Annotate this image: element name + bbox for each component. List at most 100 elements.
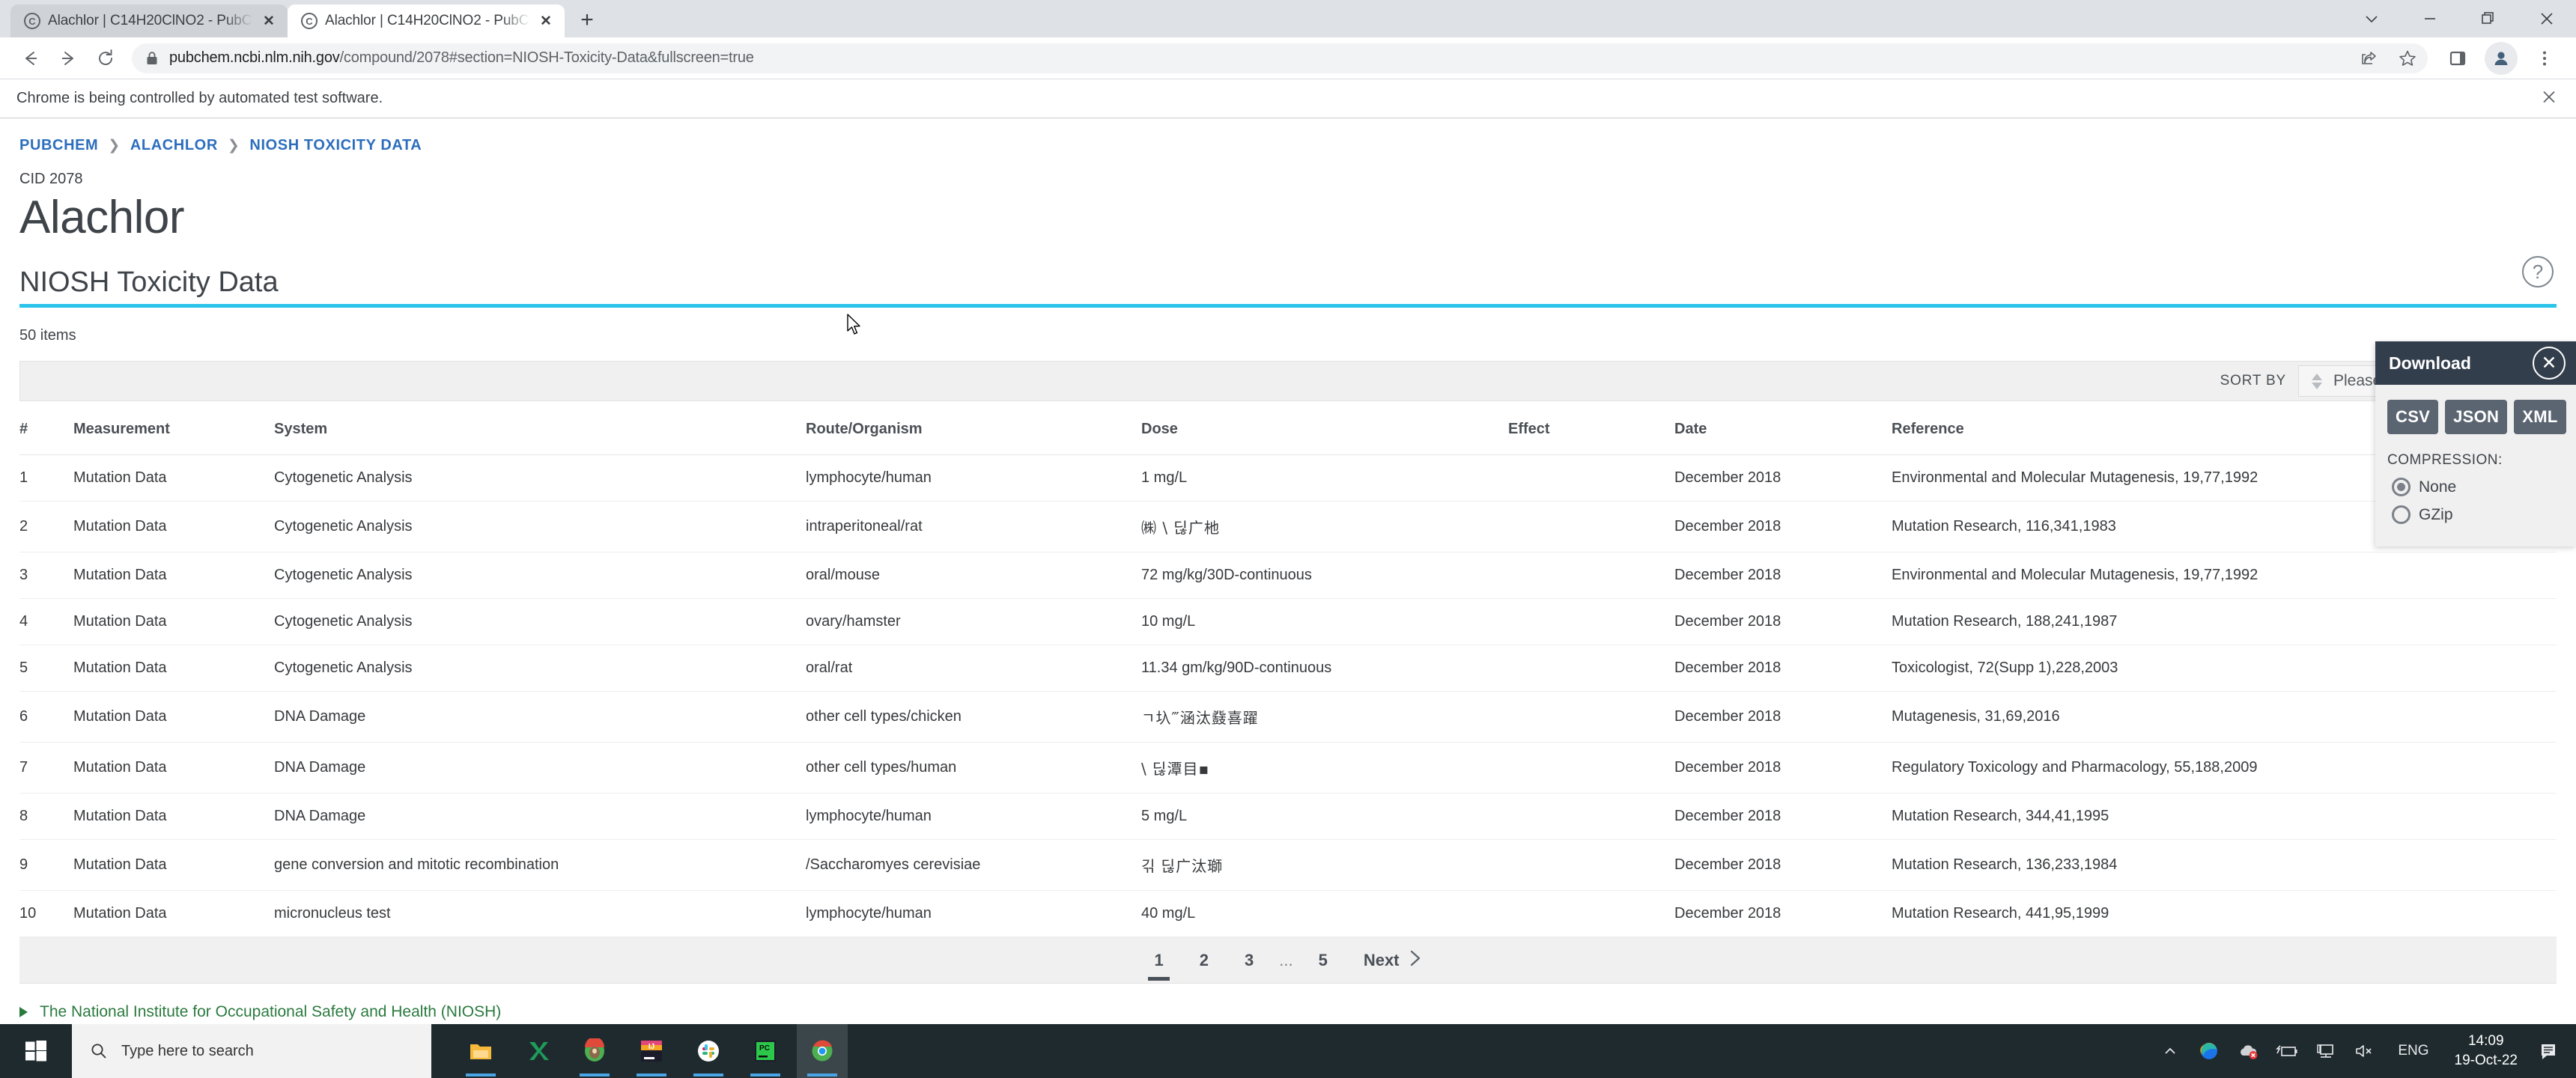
breadcrumb-item-alachlor[interactable]: ALACHLOR bbox=[130, 137, 218, 154]
cell-dose: ㈱ \ 딚广杝 bbox=[1141, 501, 1508, 553]
taskbar-app-list: IJ PC bbox=[455, 1024, 848, 1078]
table-row: 6 Mutation Data DNA Damage other cell types… bbox=[19, 691, 2557, 743]
column-header-measurement[interactable]: Measurement bbox=[73, 401, 274, 456]
toolbar-right-actions bbox=[2438, 40, 2564, 77]
radio-none-icon[interactable] bbox=[2392, 478, 2411, 496]
download-csv-button[interactable]: CSV bbox=[2387, 400, 2439, 434]
cell-effect bbox=[1508, 691, 1674, 743]
browser-tab-1[interactable]: C Alachlor | C14H20ClNO2 - PubCh ✕ bbox=[10, 4, 288, 37]
notifications-icon[interactable] bbox=[2530, 1024, 2569, 1078]
download-xml-button[interactable]: XML bbox=[2514, 400, 2566, 434]
cell-measurement: Mutation Data bbox=[73, 691, 274, 743]
tray-clock[interactable]: 14:09 19-Oct-22 bbox=[2443, 1032, 2530, 1070]
cell-system: gene conversion and mitotic recombinatio… bbox=[274, 839, 806, 892]
tab-close-icon[interactable]: ✕ bbox=[261, 13, 277, 30]
section-title: NIOSH Toxicity Data bbox=[19, 267, 279, 299]
tray-language-indicator[interactable]: ENG bbox=[2384, 1043, 2442, 1059]
network-icon[interactable] bbox=[2306, 1024, 2345, 1078]
cell-num: 10 bbox=[19, 890, 73, 938]
cell-route-organism: lymphocyte/human bbox=[806, 454, 1141, 502]
tab-close-icon[interactable]: ✕ bbox=[538, 13, 554, 30]
tray-chevron-up-icon[interactable] bbox=[2151, 1024, 2190, 1078]
chevron-down-icon[interactable] bbox=[2342, 0, 2401, 37]
forward-icon[interactable] bbox=[49, 40, 87, 77]
address-bar[interactable]: pubchem.ncbi.nlm.nih.gov/compound/2078#s… bbox=[132, 43, 2428, 73]
pagination-page-3[interactable]: 3 bbox=[1227, 937, 1272, 984]
tray-time: 14:09 bbox=[2467, 1033, 2504, 1050]
column-header-dose[interactable]: Dose bbox=[1141, 401, 1508, 456]
help-icon[interactable]: ? bbox=[2522, 256, 2554, 288]
browser-tab-2[interactable]: C Alachlor | C14H20ClNO2 - PubCh ✕ bbox=[288, 4, 565, 37]
pagination-next-button[interactable]: Next bbox=[1346, 937, 1440, 984]
pagination-page-2[interactable]: 2 bbox=[1182, 937, 1227, 984]
cell-reference: Toxicologist, 72(Supp 1),228,2003 bbox=[1892, 645, 2557, 692]
radio-gzip-icon[interactable] bbox=[2392, 505, 2411, 524]
profile-avatar-icon[interactable] bbox=[2485, 41, 2518, 75]
cell-num: 8 bbox=[19, 793, 73, 841]
excel-icon[interactable] bbox=[512, 1024, 563, 1078]
sort-arrows-icon bbox=[2311, 373, 2323, 389]
tab-title: Alachlor | C14H20ClNO2 - PubCh bbox=[48, 13, 253, 28]
compression-option-gzip[interactable]: GZip bbox=[2387, 505, 2564, 524]
back-icon[interactable] bbox=[12, 40, 49, 77]
side-panel-icon[interactable] bbox=[2438, 40, 2477, 77]
cell-date: December 2018 bbox=[1674, 839, 1892, 892]
column-header-effect[interactable]: Effect bbox=[1508, 401, 1674, 456]
maximize-restore-icon[interactable] bbox=[2459, 0, 2518, 37]
table-row: 9 Mutation Data gene conversion and mitoti… bbox=[19, 839, 2557, 892]
table-row: 1 Mutation Data Cytogenetic Analysis lympho… bbox=[19, 454, 2557, 502]
infobar-close-icon[interactable] bbox=[2540, 88, 2558, 109]
intellij-icon[interactable]: IJ bbox=[626, 1024, 677, 1078]
breadcrumb: PUBCHEM ❯ ALACHLOR ❯ NIOSH TOXICITY DATA bbox=[0, 119, 2576, 154]
lock-icon bbox=[145, 51, 159, 66]
column-header-system[interactable]: System bbox=[274, 401, 806, 456]
cell-route-organism: oral/mouse bbox=[806, 552, 1141, 600]
chrome-icon[interactable] bbox=[797, 1024, 848, 1078]
compression-gzip-label: GZip bbox=[2419, 505, 2453, 523]
column-header-route-organism[interactable]: Route/Organism bbox=[806, 401, 1141, 456]
slack-icon[interactable] bbox=[683, 1024, 734, 1078]
cell-reference: Mutation Research, 441,95,1999 bbox=[1892, 890, 2557, 938]
cell-num: 5 bbox=[19, 645, 73, 692]
cell-dose: 긲 딚广汰瑡 bbox=[1141, 839, 1508, 892]
compression-option-none[interactable]: None bbox=[2387, 478, 2564, 496]
pagination-page-5[interactable]: 5 bbox=[1301, 937, 1346, 984]
cell-dose: 72 mg/kg/30D-continuous bbox=[1141, 552, 1508, 600]
chrome-menu-icon[interactable] bbox=[2525, 40, 2564, 77]
edge-icon[interactable] bbox=[2190, 1024, 2229, 1078]
cell-reference: Mutation Research, 344,41,1995 bbox=[1892, 793, 2557, 841]
pycharm-icon[interactable]: PC bbox=[740, 1024, 791, 1078]
pagination-ellipsis: ... bbox=[1279, 950, 1293, 969]
address-bar-url: pubchem.ncbi.nlm.nih.gov/compound/2078#s… bbox=[169, 49, 754, 66]
share-icon[interactable] bbox=[2359, 49, 2378, 68]
new-tab-button[interactable]: + bbox=[572, 5, 602, 35]
bookmark-star-icon[interactable] bbox=[2398, 49, 2417, 68]
download-json-button[interactable]: JSON bbox=[2445, 400, 2508, 434]
chrome-paint-icon[interactable] bbox=[569, 1024, 620, 1078]
minimize-icon[interactable] bbox=[2401, 0, 2459, 37]
breadcrumb-item-pubchem[interactable]: PUBCHEM bbox=[19, 137, 98, 154]
niosh-source-link[interactable]: The National Institute for Occupational … bbox=[40, 1003, 501, 1021]
cell-route-organism: /Saccharomyes cerevisiae bbox=[806, 839, 1141, 892]
cell-num: 7 bbox=[19, 742, 73, 794]
breadcrumb-item-niosh-toxicity-data[interactable]: NIOSH TOXICITY DATA bbox=[249, 137, 422, 154]
cell-dose: 40 mg/L bbox=[1141, 890, 1508, 938]
onedrive-error-icon[interactable] bbox=[2229, 1024, 2267, 1078]
taskbar-search-input[interactable]: Type here to search bbox=[72, 1024, 431, 1078]
file-explorer-icon[interactable] bbox=[455, 1024, 506, 1078]
niosh-source-section[interactable]: The National Institute for Occupational … bbox=[19, 1003, 2576, 1021]
download-panel-close-icon[interactable]: ✕ bbox=[2533, 347, 2566, 380]
windows-start-icon[interactable] bbox=[0, 1024, 72, 1078]
automation-infobar-message: Chrome is being controlled by automated … bbox=[16, 90, 383, 106]
cell-dose: \ 딚潭目▪ bbox=[1141, 742, 1508, 794]
cell-reference: Mutagenesis, 31,69,2016 bbox=[1892, 691, 2557, 743]
close-window-icon[interactable] bbox=[2518, 0, 2576, 37]
reload-icon[interactable] bbox=[87, 40, 124, 77]
column-header-num[interactable]: # bbox=[19, 401, 73, 456]
volume-muted-icon[interactable] bbox=[2345, 1024, 2384, 1078]
battery-charging-icon[interactable] bbox=[2267, 1024, 2306, 1078]
column-header-date[interactable]: Date bbox=[1674, 401, 1892, 456]
download-panel-body: CSV JSON XML COMPRESSION: None GZip bbox=[2375, 385, 2576, 546]
pagination-page-1[interactable]: 1 bbox=[1136, 937, 1181, 984]
cell-num: 3 bbox=[19, 552, 73, 600]
